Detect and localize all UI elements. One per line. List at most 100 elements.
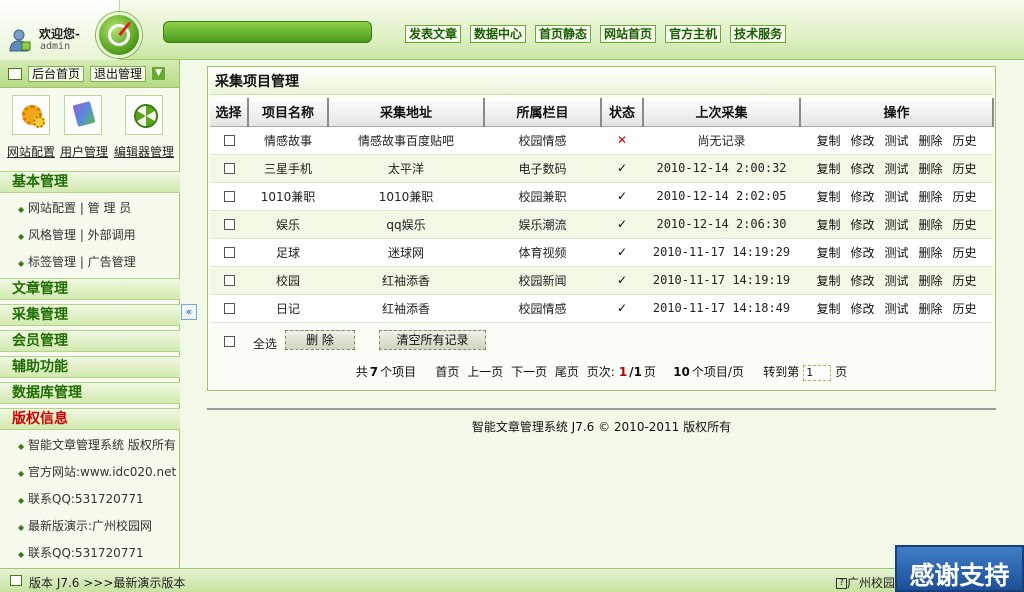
collect-project-panel: 采集项目管理 选择 项目名称 采集地址 所属栏目 状态 上次采集 操作 情感故事…	[207, 66, 996, 391]
status-right[interactable]: ? 广州校园	[836, 574, 895, 591]
row-action-1[interactable]: 修改	[850, 302, 874, 316]
arrow-down-icon[interactable]: ▼	[152, 67, 166, 80]
row-action-4[interactable]: 历史	[953, 218, 977, 232]
cell-project-name: 日记	[248, 294, 328, 323]
pagination: 共 7 个项目 首页 上一页 下一页 尾页 页次: 1/1 页 10 个项目/页 转到第 1…	[355, 364, 848, 381]
row-action-4[interactable]: 历史	[953, 162, 977, 176]
row-action-4[interactable]: 历史	[953, 134, 977, 148]
sidebar-section-assist[interactable]: 辅助功能	[0, 356, 180, 378]
pager-prev[interactable]: 上一页	[467, 365, 503, 379]
user-edit-icon[interactable]	[64, 95, 102, 135]
row-checkbox[interactable]	[223, 191, 235, 202]
quick-site-config-link[interactable]: 网站配置	[7, 143, 55, 160]
row-checkbox[interactable]	[223, 163, 235, 174]
quick-editor-manage-link[interactable]: 编辑器管理	[114, 143, 174, 160]
row-action-3[interactable]: 删除	[919, 246, 943, 260]
cell-collect-address: qq娱乐	[328, 210, 484, 239]
row-action-1[interactable]: 修改	[850, 274, 874, 288]
select-all-checkbox[interactable]	[224, 336, 235, 347]
nav-tech-service[interactable]: 技术服务	[730, 25, 787, 43]
row-action-2[interactable]: 测试	[884, 134, 908, 148]
delete-button[interactable]: 删 除	[285, 330, 355, 350]
nav-site-home[interactable]: 网站首页	[600, 25, 657, 43]
row-action-1[interactable]: 修改	[850, 134, 874, 148]
collapse-sidebar-icon[interactable]: «	[181, 304, 197, 320]
nav-post-article[interactable]: 发表文章	[405, 25, 462, 43]
cell-actions: 复制 修改 测试 删除 历史	[800, 154, 993, 183]
row-action-2[interactable]: 测试	[884, 274, 908, 288]
sidebar-item-qq-2[interactable]: ◆ 联系QQ:531720771	[18, 544, 144, 561]
sidebar-section-member[interactable]: 会员管理	[0, 330, 180, 352]
sidebar-section-database[interactable]: 数据库管理	[0, 382, 180, 404]
pager-next[interactable]: 下一页	[511, 365, 547, 379]
gear-icon[interactable]	[12, 95, 50, 135]
row-action-4[interactable]: 历史	[953, 190, 977, 204]
row-action-0[interactable]: 复制	[816, 134, 840, 148]
row-action-4[interactable]: 历史	[953, 274, 977, 288]
admin-home-button[interactable]: 后台首页	[28, 65, 85, 82]
nav-data-center[interactable]: 数据中心	[470, 25, 527, 43]
sidebar-toolbar: 后台首页 退出管理 ▼	[0, 60, 179, 88]
clear-all-records-button[interactable]: 清空所有记录	[379, 330, 486, 350]
row-action-2[interactable]: 测试	[884, 246, 908, 260]
row-checkbox[interactable]	[223, 275, 235, 286]
row-action-3[interactable]: 删除	[919, 190, 943, 204]
table-row: 足球 迷球网 体育视频 ✓ 2010-11-17 14:19:29 复制 修改 测试 删除 历史	[210, 238, 993, 267]
cell-project-name: 情感故事	[248, 126, 328, 155]
sidebar-item-style[interactable]: ◆ 风格管理 | 外部调用	[18, 226, 136, 243]
row-action-3[interactable]: 删除	[919, 218, 943, 232]
cell-actions: 复制 修改 测试 删除 历史	[800, 266, 993, 295]
logout-button[interactable]: 退出管理	[90, 65, 147, 82]
row-action-0[interactable]: 复制	[816, 246, 840, 260]
row-action-4[interactable]: 历史	[953, 302, 977, 316]
logo-icon	[96, 12, 142, 58]
row-action-1[interactable]: 修改	[850, 218, 874, 232]
row-checkbox[interactable]	[223, 247, 235, 258]
nav-homepage-static[interactable]: 首页静态	[535, 25, 592, 43]
row-action-3[interactable]: 删除	[919, 134, 943, 148]
sidebar-section-basic[interactable]: 基本管理	[0, 171, 180, 193]
pager-last[interactable]: 尾页	[555, 365, 579, 379]
header-banner	[163, 21, 372, 43]
row-action-2[interactable]: 测试	[884, 190, 908, 204]
row-action-0[interactable]: 复制	[816, 274, 840, 288]
row-action-0[interactable]: 复制	[816, 302, 840, 316]
col-select: 选择	[210, 98, 249, 127]
sidebar-item-site-config[interactable]: ◆ 网站配置 | 管 理 员	[18, 199, 131, 216]
row-checkbox[interactable]	[223, 303, 235, 314]
help-icon[interactable]: ?	[836, 578, 847, 589]
sidebar-item-official-site[interactable]: ◆ 官方网站:www.idc020.net	[18, 463, 176, 480]
editor-icon[interactable]	[125, 95, 163, 135]
row-action-0[interactable]: 复制	[816, 190, 840, 204]
sidebar-item-demo[interactable]: ◆ 最新版演示:广州校园网	[18, 517, 152, 534]
sidebar-section-article[interactable]: 文章管理	[0, 278, 180, 300]
row-checkbox[interactable]	[223, 219, 235, 230]
row-action-3[interactable]: 删除	[919, 162, 943, 176]
sidebar-item-qq[interactable]: ◆ 联系QQ:531720771	[18, 490, 144, 507]
row-action-4[interactable]: 历史	[953, 246, 977, 260]
row-action-3[interactable]: 删除	[919, 302, 943, 316]
row-action-0[interactable]: 复制	[816, 162, 840, 176]
row-action-0[interactable]: 复制	[816, 218, 840, 232]
sidebar-item-tags[interactable]: ◆ 标签管理 | 广告管理	[18, 253, 136, 270]
row-action-3[interactable]: 删除	[919, 274, 943, 288]
cell-project-name: 三星手机	[248, 154, 328, 183]
nav-official-host[interactable]: 官方主机	[665, 25, 722, 43]
row-action-2[interactable]: 测试	[884, 218, 908, 232]
sidebar-section-collect[interactable]: 采集管理	[0, 304, 180, 326]
row-action-2[interactable]: 测试	[884, 302, 908, 316]
row-action-1[interactable]: 修改	[850, 162, 874, 176]
pager-first[interactable]: 首页	[435, 365, 459, 379]
row-checkbox[interactable]	[223, 135, 235, 146]
col-status: 状态	[601, 98, 644, 127]
sidebar-section-copyright[interactable]: 版权信息	[0, 408, 180, 430]
total-count: 7	[369, 365, 379, 379]
thanks-support-badge[interactable]: 感谢支持	[895, 545, 1024, 592]
quick-user-manage-link[interactable]: 用户管理	[60, 143, 108, 160]
row-action-1[interactable]: 修改	[850, 190, 874, 204]
cell-category: 娱乐潮流	[484, 210, 601, 239]
row-action-2[interactable]: 测试	[884, 162, 908, 176]
goto-page-input[interactable]: 1	[803, 364, 832, 381]
quick-icons: 网站配置 用户管理 编辑器管理	[0, 88, 179, 172]
row-action-1[interactable]: 修改	[850, 246, 874, 260]
